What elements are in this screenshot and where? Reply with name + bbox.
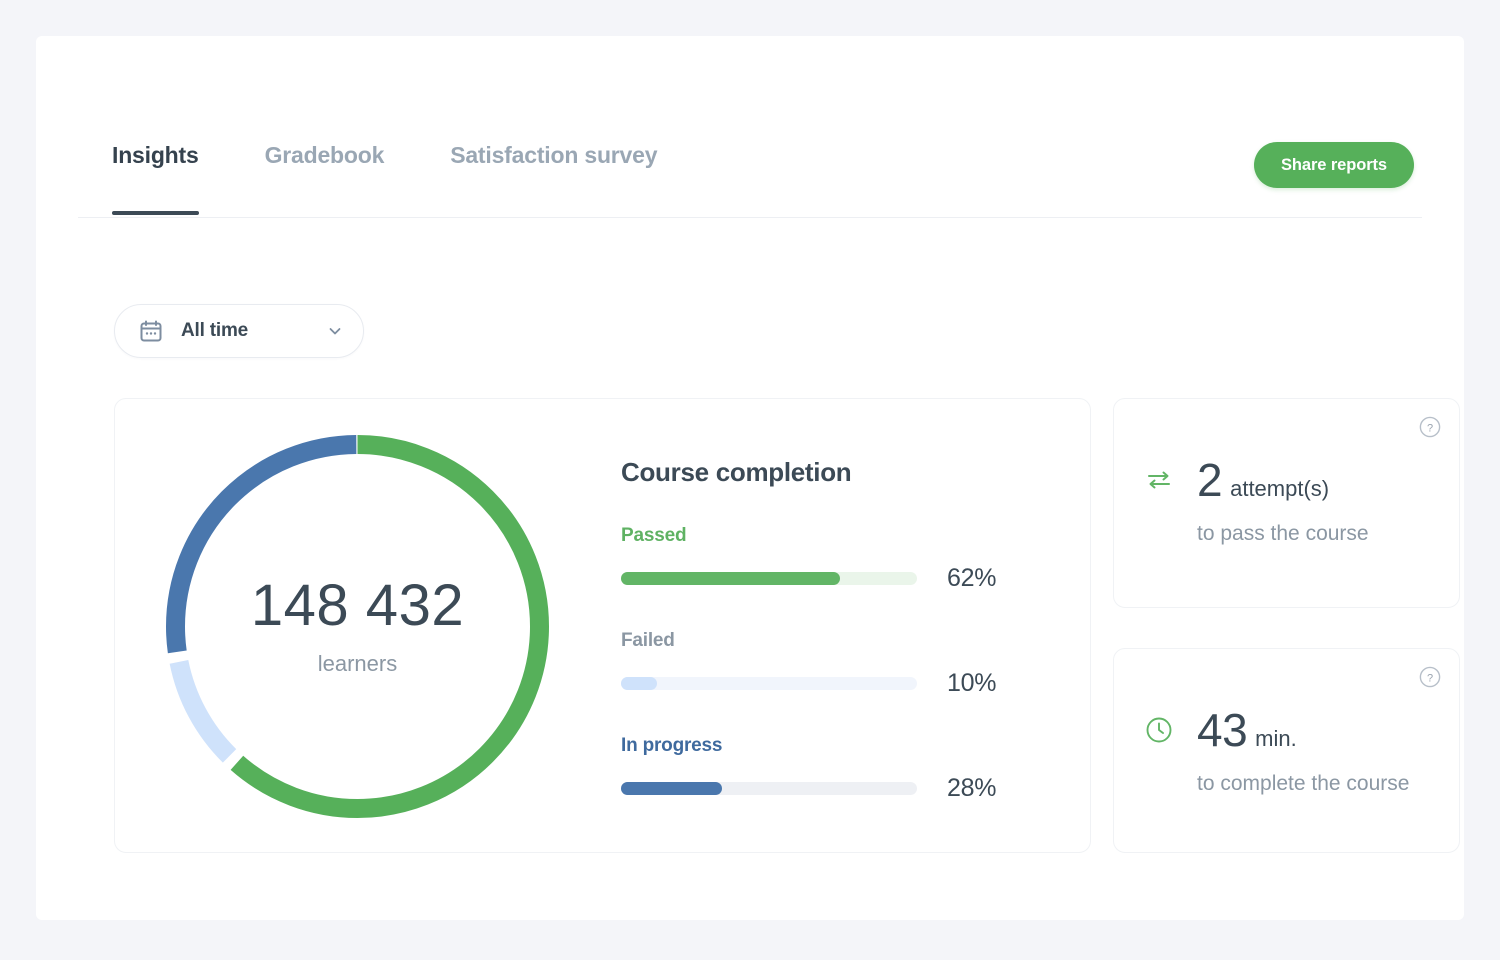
course-completion-panel: 148 432 learners Course completion Passe… [114, 398, 1091, 853]
duration-unit: min. [1255, 726, 1297, 751]
metric-passed-bar-fill [621, 572, 841, 585]
learners-donut-chart: 148 432 learners [145, 414, 570, 839]
metric-failed: Failed 10% [621, 630, 1041, 698]
attempts-stat-card: ? 2 attempt(s) to pass the course [1113, 398, 1460, 608]
donut-center-label: 148 432 learners [145, 414, 570, 839]
question-mark-icon[interactable]: ? [1419, 416, 1441, 438]
metric-passed: Passed 62% [621, 525, 1041, 593]
metric-failed-bar-fill [621, 677, 657, 690]
date-range-value: All time [181, 320, 249, 341]
attempts-unit: attempt(s) [1230, 476, 1330, 501]
completion-breakdown: Course completion Passed 62% Failed 10% … [621, 457, 1041, 803]
metric-passed-label: Passed [621, 525, 687, 546]
duration-figure: 43 min. [1197, 707, 1297, 753]
svg-text:?: ? [1427, 422, 1433, 434]
tab-satisfaction-survey[interactable]: Satisfaction survey [450, 142, 657, 215]
content-card: Insights Gradebook Satisfaction survey S… [36, 36, 1464, 920]
question-mark-icon[interactable]: ? [1419, 666, 1441, 688]
date-range-filter[interactable]: All time [114, 304, 364, 358]
metric-failed-row: 10% [621, 669, 1041, 698]
tab-bar: Insights Gradebook Satisfaction survey S… [78, 100, 1422, 218]
metric-in-progress: In progress 28% [621, 735, 1041, 803]
attempts-number: 2 [1197, 454, 1223, 506]
metric-passed-bar-track [621, 572, 917, 585]
metric-in-progress-bar-fill [621, 782, 722, 795]
attempts-main-row: 2 attempt(s) [1144, 457, 1441, 503]
attempts-figure: 2 attempt(s) [1197, 457, 1329, 503]
insights-dashboard: Insights Gradebook Satisfaction survey S… [0, 0, 1500, 960]
clock-icon [1144, 715, 1174, 745]
learners-caption: learners [317, 650, 398, 676]
learners-count: 148 432 [250, 572, 465, 638]
metric-in-progress-label: In progress [621, 735, 723, 756]
swap-arrows-icon [1144, 465, 1174, 495]
attempts-card-body: 2 attempt(s) to pass the course [1144, 457, 1441, 549]
duration-stat-card: ? 43 min. to complete the course [1113, 648, 1460, 853]
share-reports-button[interactable]: Share reports [1254, 142, 1414, 188]
metric-in-progress-percent: 28% [947, 774, 997, 802]
duration-main-row: 43 min. [1144, 707, 1441, 753]
calendar-icon [139, 319, 163, 343]
metric-failed-bar-track [621, 677, 917, 690]
tab-list: Insights Gradebook Satisfaction survey [78, 100, 1422, 215]
duration-description: to complete the course [1197, 772, 1410, 795]
tab-insights[interactable]: Insights [112, 142, 199, 215]
tab-gradebook[interactable]: Gradebook [265, 142, 385, 215]
metric-failed-percent: 10% [947, 669, 997, 697]
metric-failed-label: Failed [621, 630, 675, 651]
metric-passed-row: 62% [621, 564, 1041, 593]
metric-passed-percent: 62% [947, 564, 997, 592]
attempts-description: to pass the course [1197, 522, 1369, 545]
metric-in-progress-bar-track [621, 782, 917, 795]
metric-in-progress-row: 28% [621, 774, 1041, 803]
duration-card-body: 43 min. to complete the course [1144, 707, 1441, 799]
completion-title: Course completion [621, 457, 852, 487]
svg-text:?: ? [1427, 672, 1433, 684]
duration-number: 43 [1197, 704, 1248, 756]
chevron-down-icon [327, 323, 343, 339]
